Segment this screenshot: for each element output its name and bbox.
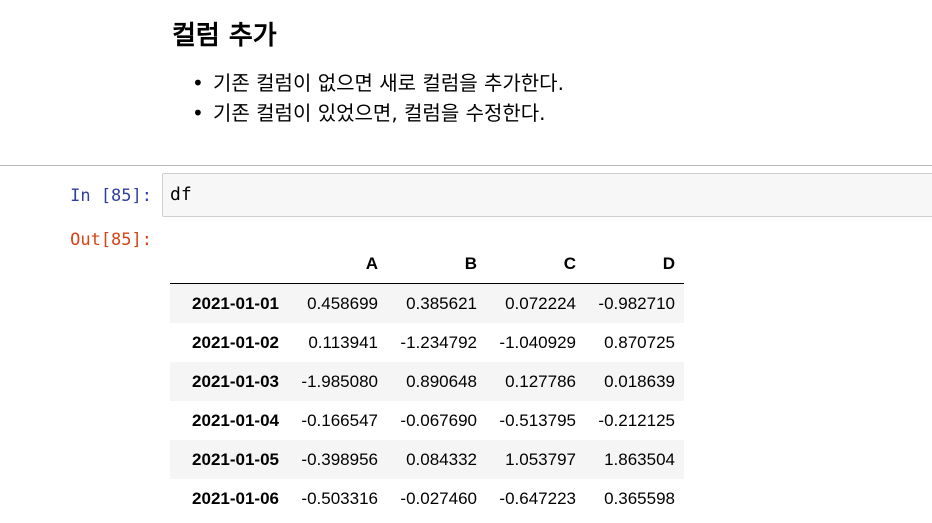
notebook-page: 컬럼 추가 • 기존 컬럼이 없으면 새로 컬럼을 추가한다. • 기존 컬럼이 있… bbox=[0, 0, 932, 523]
table-cell: 1.863504 bbox=[604, 449, 675, 469]
table-cell: 0.870725 bbox=[604, 332, 675, 352]
column-header: C bbox=[486, 244, 585, 284]
row-index: 2021-01-06 bbox=[192, 488, 279, 508]
row-index: 2021-01-01 bbox=[192, 293, 279, 313]
table-cell: -1.234792 bbox=[400, 332, 477, 352]
table-row: 2021-01-03 -1.985080 0.890648 0.127786 0… bbox=[170, 362, 684, 401]
markdown-cell[interactable]: 컬럼 추가 • 기존 컬럼이 없으면 새로 컬럼을 추가한다. • 기존 컬럼이 있… bbox=[172, 16, 564, 128]
table-cell: 0.084332 bbox=[406, 449, 477, 469]
code-input-area[interactable]: df bbox=[162, 173, 932, 217]
table-row: 2021-01-04 -0.166547 -0.067690 -0.513795… bbox=[170, 401, 684, 440]
table-cell: 0.890648 bbox=[406, 371, 477, 391]
column-header: A bbox=[288, 244, 387, 284]
column-header: B bbox=[387, 244, 486, 284]
index-header bbox=[170, 244, 288, 284]
row-index: 2021-01-03 bbox=[192, 371, 279, 391]
table-cell: -0.027460 bbox=[400, 488, 477, 508]
table-cell: 0.127786 bbox=[505, 371, 576, 391]
table-cell: -0.503316 bbox=[301, 488, 378, 508]
table-cell: -1.040929 bbox=[499, 332, 576, 352]
table-cell: -1.985080 bbox=[301, 371, 378, 391]
code-text: df bbox=[170, 184, 192, 205]
table-row: 2021-01-02 0.113941 -1.234792 -1.040929 … bbox=[170, 323, 684, 362]
row-index: 2021-01-04 bbox=[192, 410, 279, 430]
column-header: D bbox=[585, 244, 684, 284]
dataframe-table: A B C D 2021-01-01 0.458699 0.385621 0.0… bbox=[170, 244, 684, 518]
table-cell: 0.365598 bbox=[604, 488, 675, 508]
table-row: 2021-01-05 -0.398956 0.084332 1.053797 1… bbox=[170, 440, 684, 479]
output-prompt: Out[85]: bbox=[70, 230, 152, 250]
table-cell: -0.212125 bbox=[598, 410, 675, 430]
input-prompt: In [85]: bbox=[70, 186, 152, 206]
table-cell: -0.982710 bbox=[598, 293, 675, 313]
bullet-dot-icon: • bbox=[192, 71, 204, 95]
table-cell: -0.647223 bbox=[499, 488, 576, 508]
header-row: A B C D bbox=[170, 244, 684, 284]
table-cell: 0.458699 bbox=[307, 293, 378, 313]
table-cell: -0.067690 bbox=[400, 410, 477, 430]
table-row: 2021-01-06 -0.503316 -0.027460 -0.647223… bbox=[170, 479, 684, 518]
table-row: 2021-01-01 0.458699 0.385621 0.072224 -0… bbox=[170, 283, 684, 323]
table-cell: -0.513795 bbox=[499, 410, 576, 430]
row-index: 2021-01-02 bbox=[192, 332, 279, 352]
bullet-text: 기존 컬럼이 없으면 새로 컬럼을 추가한다. bbox=[213, 71, 564, 95]
table-cell: 0.113941 bbox=[308, 332, 378, 352]
cell-divider bbox=[0, 165, 932, 166]
bullet-dot-icon: • bbox=[192, 101, 204, 125]
table-cell: 0.385621 bbox=[406, 293, 477, 313]
table-cell: -0.166547 bbox=[301, 410, 378, 430]
bullet-list: • 기존 컬럼이 없으면 새로 컬럼을 추가한다. • 기존 컬럼이 있었으면, 컬… bbox=[172, 68, 564, 128]
bullet-item: • 기존 컬럼이 없으면 새로 컬럼을 추가한다. bbox=[172, 68, 564, 98]
bullet-item: • 기존 컬럼이 있었으면, 컬럼을 수정한다. bbox=[172, 98, 564, 128]
section-heading: 컬럼 추가 bbox=[172, 21, 277, 51]
table-cell: 0.072224 bbox=[505, 293, 576, 313]
table-cell: 1.053797 bbox=[505, 449, 576, 469]
row-index: 2021-01-05 bbox=[192, 449, 279, 469]
table-cell: 0.018639 bbox=[604, 371, 675, 391]
bullet-text: 기존 컬럼이 있었으면, 컬럼을 수정한다. bbox=[213, 101, 546, 125]
table-cell: -0.398956 bbox=[301, 449, 378, 469]
